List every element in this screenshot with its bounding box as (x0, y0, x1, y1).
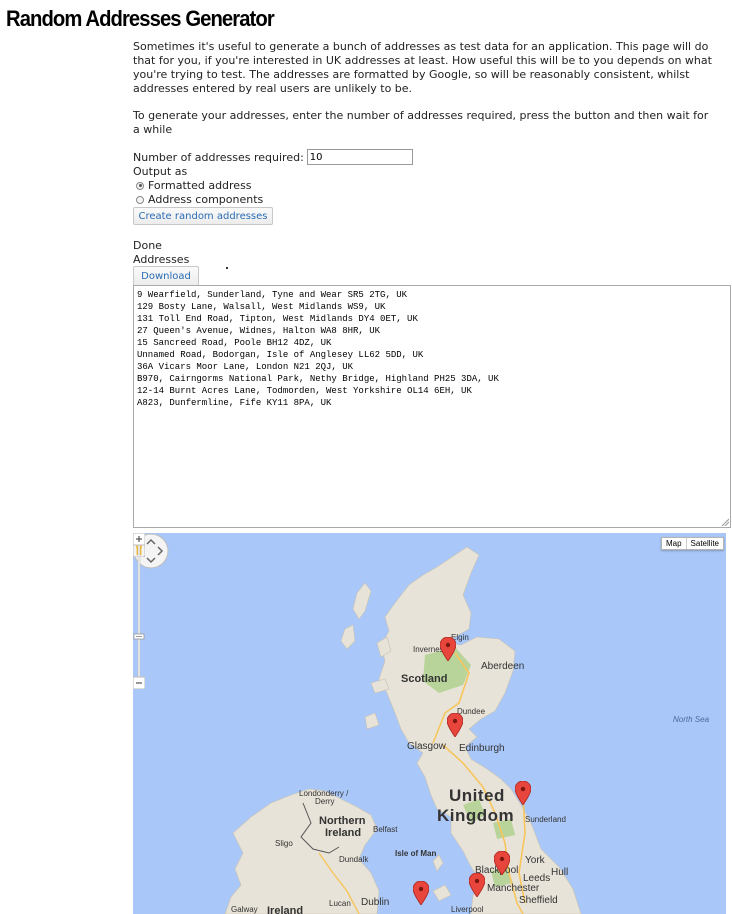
map-label-manchester: Manchester (487, 883, 540, 894)
anglesey-island (432, 884, 452, 902)
map-marker-icon[interactable] (440, 637, 456, 661)
address-line: B970, Cairngorms National Park, Nethy Br… (137, 374, 499, 384)
address-line: 36A Vicars Moor Lane, London N21 2QJ, UK (137, 362, 354, 372)
map-label-sligo: Sligo (275, 839, 293, 848)
count-row: Number of addresses required: (133, 149, 413, 165)
map-label-north-sea: North Sea (673, 715, 710, 724)
address-line: 12-14 Burnt Acres Lane, Todmorden, West … (137, 386, 472, 396)
map-marker-icon[interactable] (469, 873, 485, 897)
map-type-satellite-button[interactable]: Satellite (685, 538, 723, 549)
map-label-edinburgh: Edinburgh (459, 743, 505, 754)
radio-formatted-address[interactable] (136, 181, 144, 190)
option-label: Formatted address (148, 179, 252, 192)
map-label-aberdeen: Aberdeen (481, 661, 525, 672)
map-label-hull: Hull (551, 867, 569, 878)
map-label-dundalk: Dundalk (339, 855, 369, 864)
map-label-glasgow: Glasgow (407, 741, 446, 752)
map-label-northern: Northern (319, 815, 366, 827)
hebrides-island (340, 624, 356, 650)
address-line: 15 Sancreed Road, Poole BH12 4DZ, UK (137, 338, 332, 348)
map-label-isle-of-man: Isle of Man (395, 849, 437, 858)
map-label-derry: Derry (315, 797, 335, 806)
map-label-liverpool: Liverpool (451, 905, 484, 914)
map-label-united: United (449, 786, 505, 805)
map-type-selector[interactable]: Map Satellite (660, 537, 724, 550)
map-label-scotland: Scotland (401, 673, 448, 685)
map-label-galway: Galway (231, 905, 258, 914)
map-label-sunderland: Sunderland (525, 815, 566, 824)
addresses-textarea[interactable]: 9 Wearfield, Sunderland, Tyne and Wear S… (133, 285, 731, 528)
map-label-ireland: Ireland (267, 905, 304, 914)
option-label: Address components (148, 193, 264, 206)
map-marker-icon[interactable] (413, 881, 429, 905)
option-formatted-address[interactable]: Formatted address (136, 179, 252, 192)
map-marker-icon[interactable] (515, 781, 531, 805)
create-addresses-button[interactable]: Create random addresses (133, 207, 273, 225)
map-label-dublin: Dublin (361, 897, 390, 908)
status-text: Done (133, 239, 162, 252)
map-label-lucan: Lucan (329, 899, 351, 908)
page-title: Random Addresses Generator (6, 6, 275, 31)
address-line: 27 Queen's Avenue, Widnes, Halton WA8 8H… (137, 326, 381, 336)
zoom-control[interactable] (133, 533, 145, 689)
loading-dot (226, 267, 228, 269)
address-line: 9 Wearfield, Sunderland, Tyne and Wear S… (137, 290, 408, 300)
map-label-kingdom: Kingdom (437, 806, 515, 825)
address-line: Unnamed Road, Bodorgan, Isle of Anglesey… (137, 350, 424, 360)
addresses-label: Addresses (133, 253, 190, 266)
map-label-northern-ireland: Ireland (325, 827, 362, 839)
address-line: 131 Toll End Road, Tipton, West Midlands… (137, 314, 418, 324)
count-input[interactable] (306, 149, 413, 165)
map-label-belfast: Belfast (373, 825, 398, 834)
download-button[interactable]: Download (133, 266, 199, 286)
map-marker-icon[interactable] (447, 713, 463, 737)
address-line: A823, Dunfermline, Fife KY11 8PA, UK (137, 398, 332, 408)
output-label: Output as (133, 165, 188, 178)
address-line: 129 Bosty Lane, Walsall, West Midlands W… (137, 302, 386, 312)
great-britain-landmass (378, 546, 582, 914)
google-map[interactable]: Map Satellite Elgin Inverness Aberdeen S… (133, 533, 726, 914)
count-label: Number of addresses required: (133, 150, 304, 164)
resize-grip-icon[interactable] (721, 518, 729, 526)
map-marker-icon[interactable] (494, 851, 510, 875)
hebrides-island (352, 582, 372, 620)
map-label-sheffield: Sheffield (519, 895, 558, 906)
map-label-york: York (525, 855, 545, 866)
intro-paragraph: Sometimes it's useful to generate a bunc… (133, 40, 712, 95)
ireland-landmass (224, 788, 380, 914)
map-type-map-button[interactable]: Map (662, 538, 686, 549)
islay-island (364, 712, 380, 730)
radio-address-components[interactable] (136, 195, 144, 204)
instructions-paragraph: To generate your addresses, enter the nu… (133, 109, 709, 136)
option-address-components[interactable]: Address components (136, 193, 263, 206)
